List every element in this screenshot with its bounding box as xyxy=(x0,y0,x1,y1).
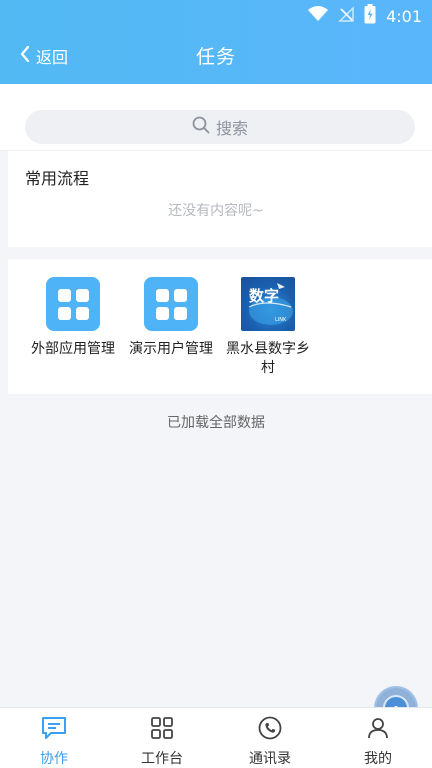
apps-section: 外部应用管理 演示用户管理 数字 LINK 黑水县数字乡村 xyxy=(8,259,432,394)
phone-icon xyxy=(258,716,282,744)
battery-charging-icon xyxy=(364,4,376,28)
digital-link-logo-icon: 数字 LINK xyxy=(241,277,295,331)
grid-apps-icon xyxy=(144,277,198,331)
app-label: 外部应用管理 xyxy=(31,341,115,357)
search-placeholder: 搜索 xyxy=(215,119,248,138)
grid-apps-icon xyxy=(46,277,100,331)
chat-icon xyxy=(41,716,67,744)
logo-text: 数字 xyxy=(249,287,279,305)
app-label: 演示用户管理 xyxy=(129,341,213,357)
empty-state-text: 还没有内容呢~ xyxy=(168,203,264,219)
loaded-all-data-text: 已加载全部数据 xyxy=(167,415,265,431)
top-bar: 4:01 返回 任务 xyxy=(0,0,432,84)
search-section: 搜索 xyxy=(0,84,432,151)
app-label: 黑水县数字乡村 xyxy=(226,341,310,376)
grid-icon xyxy=(150,716,174,744)
app-external-app-management[interactable]: 外部应用管理 xyxy=(25,277,121,359)
page-title: 任务 xyxy=(195,46,236,68)
nav-label: 协作 xyxy=(40,751,68,767)
status-time: 4:01 xyxy=(386,6,422,26)
user-icon xyxy=(366,716,390,744)
signal-off-icon xyxy=(338,6,354,26)
status-bar: 4:01 xyxy=(308,4,422,28)
nav-item-mine[interactable]: 我的 xyxy=(324,708,432,768)
nav-item-workbench[interactable]: 工作台 xyxy=(108,708,216,768)
nav-item-collaboration[interactable]: 协作 xyxy=(0,708,108,768)
search-input[interactable]: 搜索 xyxy=(25,110,415,144)
logo-subtext: LINK xyxy=(275,317,287,323)
common-process-section: 常用流程 还没有内容呢~ xyxy=(8,151,432,247)
nav-label: 工作台 xyxy=(141,751,183,767)
app-demo-user-management[interactable]: 演示用户管理 xyxy=(123,277,219,359)
section-title: 常用流程 xyxy=(25,169,90,188)
nav-label: 我的 xyxy=(364,751,392,767)
bottom-nav: 协作 工作台 通讯录 我的 xyxy=(0,707,432,768)
search-icon xyxy=(192,116,210,138)
wifi-icon xyxy=(308,6,329,26)
app-heishui-digital-village[interactable]: 数字 LINK 黑水县数字乡村 xyxy=(220,277,316,378)
nav-item-contacts[interactable]: 通讯录 xyxy=(216,708,324,768)
nav-label: 通讯录 xyxy=(249,751,291,767)
